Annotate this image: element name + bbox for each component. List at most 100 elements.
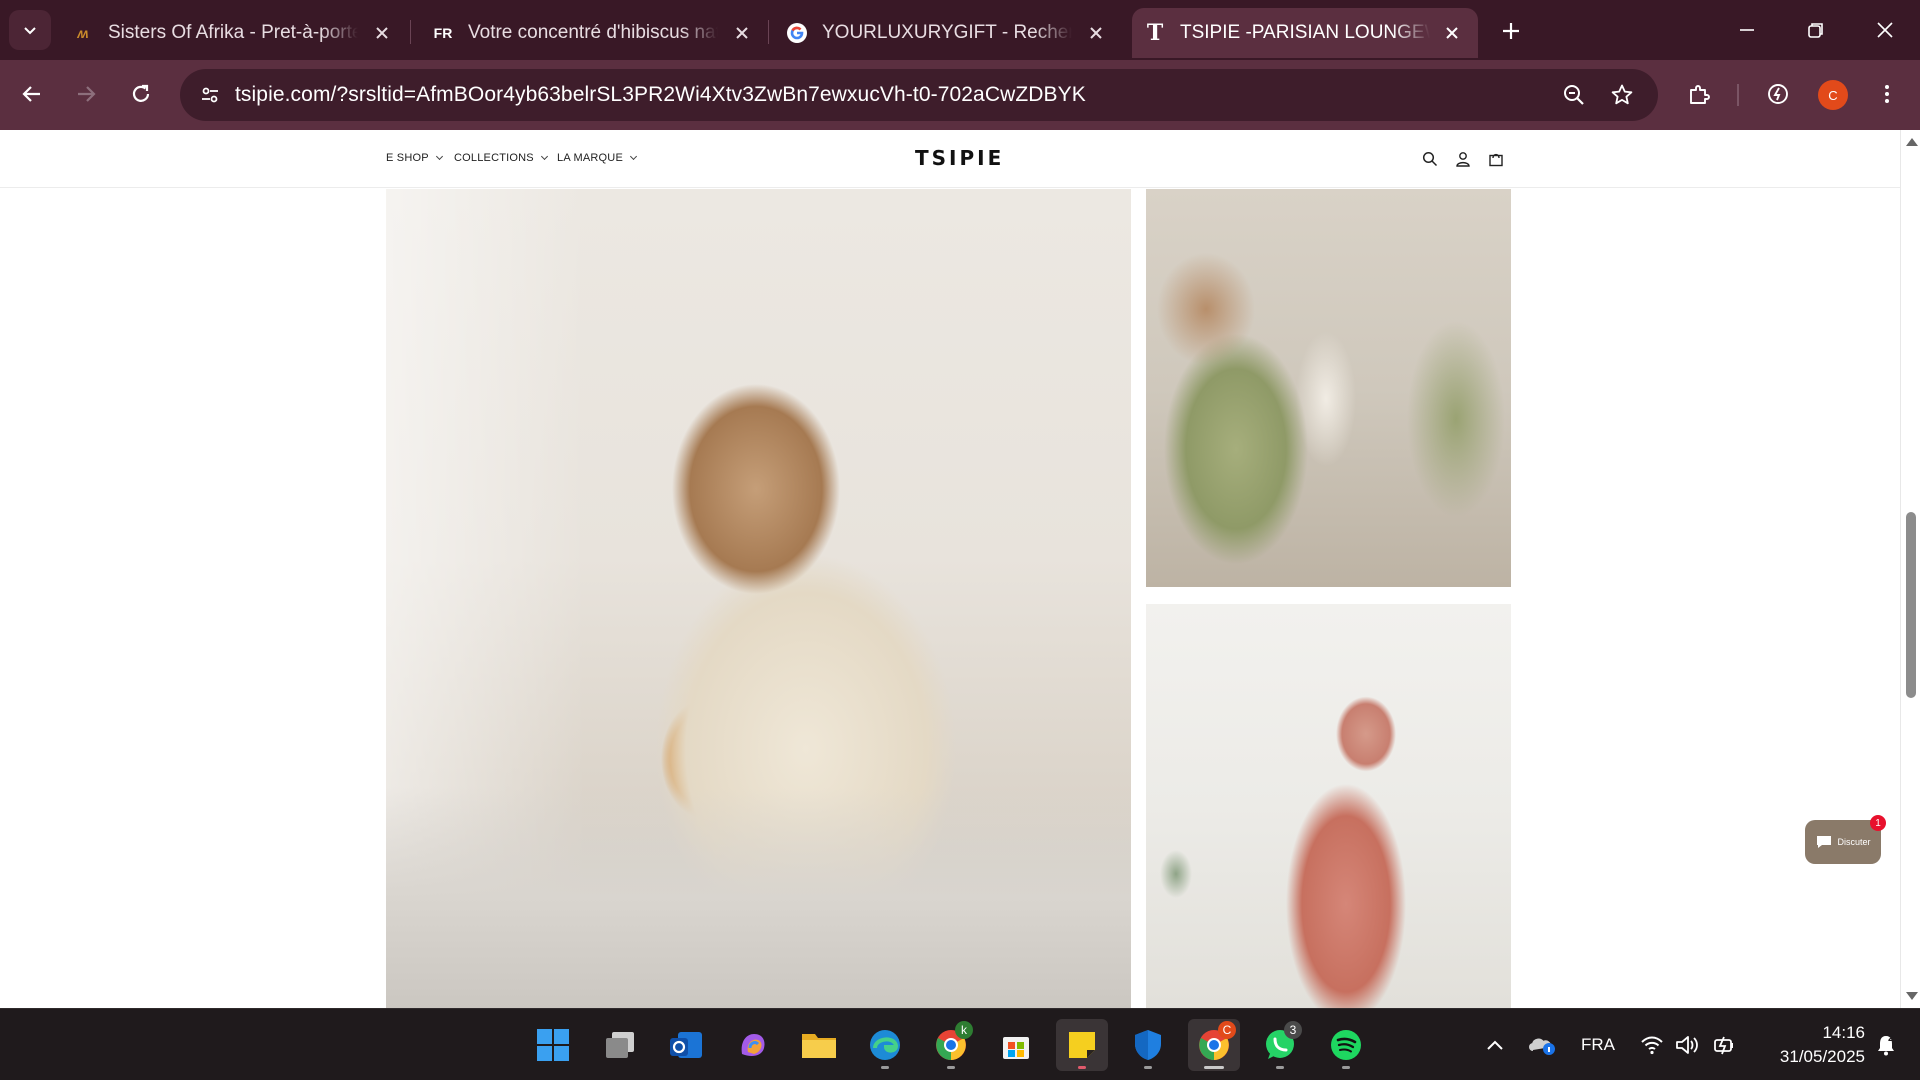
scroll-up-arrow[interactable]	[1906, 138, 1918, 146]
browser-tab-strip: ʍ Sisters Of Afrika - Pret-à-porter FR V…	[0, 0, 1920, 60]
extensions-button[interactable]	[1680, 75, 1718, 113]
clock-date: 31/05/2025	[1779, 1047, 1865, 1066]
start-button[interactable]	[527, 1019, 579, 1071]
menu-label: LA MARQUE	[557, 152, 623, 164]
profile-badge: C	[1218, 1021, 1236, 1039]
menu-label: COLLECTIONS	[454, 152, 534, 164]
menu-label: E SHOP	[386, 152, 429, 164]
page-scrollbar[interactable]	[1900, 130, 1920, 1008]
lifestyle-photo-towel[interactable]	[1146, 604, 1511, 1008]
performance-button[interactable]	[1759, 75, 1797, 113]
account-button[interactable]	[1453, 149, 1473, 169]
page-viewport: E SHOP COLLECTIONS LA MARQUE TSIPIE Disc…	[0, 130, 1900, 1008]
profile-avatar[interactable]: C	[1818, 80, 1848, 110]
task-view-icon	[606, 1032, 634, 1058]
close-icon	[1877, 22, 1893, 38]
google-icon	[786, 22, 808, 44]
scroll-down-arrow[interactable]	[1906, 992, 1918, 1000]
tsipie-t-icon: T	[1146, 20, 1164, 46]
chat-bubble-icon	[1817, 836, 1832, 848]
copilot-icon	[741, 1034, 765, 1056]
toolbar-separator	[1737, 84, 1739, 106]
chrome-k-button[interactable]: k	[925, 1019, 977, 1071]
tab-separator	[410, 20, 411, 44]
whatsapp-button[interactable]: 3	[1254, 1019, 1306, 1071]
windows-taskbar: k C 3 FRA 14:16 31/05/2025 2	[0, 1008, 1920, 1080]
tab-sisters-of-afrika[interactable]: ʍ Sisters Of Afrika - Pret-à-porter	[72, 8, 408, 58]
restore-button[interactable]	[1796, 10, 1836, 50]
chat-label: Discuter	[1837, 837, 1871, 847]
lifestyle-photo-mirror[interactable]	[1146, 189, 1511, 587]
tab-search-button[interactable]	[9, 10, 51, 50]
puzzle-icon	[1690, 85, 1710, 104]
user-icon	[1456, 152, 1470, 167]
chevron-down-icon	[435, 152, 443, 161]
back-button[interactable]	[12, 74, 52, 114]
defender-button[interactable]	[1122, 1019, 1174, 1071]
spotify-button[interactable]	[1320, 1019, 1372, 1071]
notifications-button[interactable]: 2	[1868, 1009, 1904, 1080]
speaker-icon	[1676, 1036, 1698, 1054]
menu-eshop[interactable]: E SHOP	[386, 152, 443, 164]
arrow-right-icon	[78, 86, 96, 102]
site-header: E SHOP COLLECTIONS LA MARQUE TSIPIE	[0, 130, 1900, 188]
lifestyle-photo-main[interactable]	[386, 189, 1131, 1008]
outlook-icon	[670, 1032, 702, 1058]
notification-count: 2	[1888, 1033, 1894, 1044]
energy-saver-icon	[1768, 84, 1788, 104]
bookmark-button[interactable]	[1608, 81, 1636, 109]
new-tab-button[interactable]	[1494, 14, 1528, 48]
volume-button[interactable]	[1672, 1009, 1702, 1080]
file-explorer-button[interactable]	[793, 1019, 845, 1071]
onedrive-button[interactable]	[1522, 1009, 1562, 1080]
chat-button[interactable]: Discuter	[1805, 820, 1881, 864]
cart-button[interactable]	[1486, 149, 1506, 169]
chevron-down-icon	[24, 27, 36, 35]
sticky-notes-button[interactable]	[1056, 1019, 1108, 1071]
microsoft-store-button[interactable]	[990, 1019, 1042, 1071]
address-bar[interactable]: tsipie.com/?srsltid=AfmBOor4yb63belrSL3P…	[180, 69, 1658, 121]
clock[interactable]: 14:16 31/05/2025	[1755, 1009, 1865, 1080]
close-icon[interactable]	[1086, 23, 1106, 43]
running-indicator	[1276, 1066, 1284, 1069]
url-text[interactable]: tsipie.com/?srsltid=AfmBOor4yb63belrSL3P…	[235, 83, 1086, 107]
close-window-button[interactable]	[1865, 10, 1905, 50]
zoom-button[interactable]	[1560, 81, 1588, 109]
tab-hibiscus[interactable]: FR Votre concentré d'hibiscus natu	[432, 8, 768, 58]
site-info-button[interactable]	[192, 77, 228, 113]
sticky-notes-icon	[1069, 1032, 1095, 1058]
minimize-button[interactable]	[1727, 10, 1767, 50]
language-indicator[interactable]: FRA	[1578, 1009, 1618, 1080]
running-indicator	[947, 1066, 955, 1069]
reload-button[interactable]	[121, 74, 161, 114]
tab-yourluxurygift[interactable]: YOURLUXURYGIFT - Recherche	[786, 8, 1122, 58]
chrome-c-button[interactable]: C	[1188, 1019, 1240, 1071]
outlook-button[interactable]	[660, 1019, 712, 1071]
wifi-button[interactable]	[1637, 1009, 1667, 1080]
site-search-button[interactable]	[1420, 149, 1440, 169]
show-hidden-icons-button[interactable]	[1478, 1009, 1512, 1080]
close-icon[interactable]	[372, 23, 392, 43]
menu-collections[interactable]: COLLECTIONS	[454, 152, 548, 164]
edge-button[interactable]	[859, 1019, 911, 1071]
tab-separator	[768, 20, 769, 44]
store-icon	[1003, 1037, 1029, 1059]
close-icon[interactable]	[1442, 23, 1462, 43]
scroll-thumb[interactable]	[1906, 512, 1916, 698]
browser-toolbar: tsipie.com/?srsltid=AfmBOor4yb63belrSL3P…	[0, 60, 1920, 130]
menu-la-marque[interactable]: LA MARQUE	[557, 152, 638, 164]
tab-title: Sisters Of Afrika - Pret-à-porter	[108, 22, 358, 43]
tab-tsipie[interactable]: T TSIPIE -PARISIAN LOUNGEWEAR	[1132, 8, 1478, 58]
wifi-icon	[1641, 1036, 1663, 1055]
close-icon[interactable]	[732, 23, 752, 43]
task-view-button[interactable]	[594, 1019, 646, 1071]
chat-notification-badge: 1	[1870, 815, 1886, 831]
minimize-icon	[1740, 29, 1754, 31]
site-logo[interactable]: TSIPIE	[915, 146, 1004, 170]
tab-title: TSIPIE -PARISIAN LOUNGEWEAR	[1180, 22, 1430, 43]
menu-button[interactable]	[1868, 75, 1906, 113]
copilot-button[interactable]	[727, 1019, 779, 1071]
forward-button[interactable]	[66, 74, 106, 114]
battery-button[interactable]	[1709, 1009, 1739, 1080]
cloud-info-icon	[1529, 1038, 1555, 1055]
